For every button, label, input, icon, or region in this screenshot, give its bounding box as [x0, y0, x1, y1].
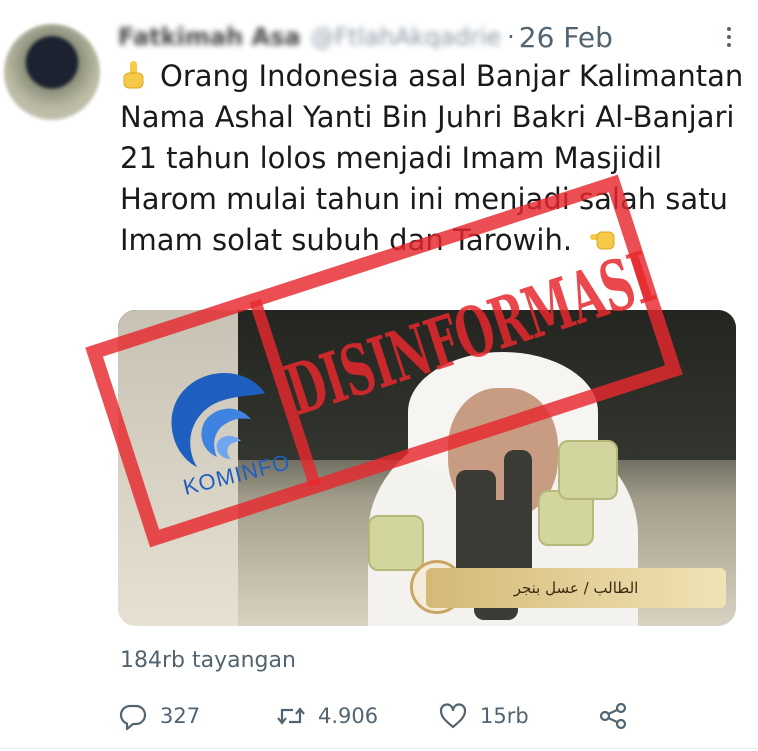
retweet-icon — [277, 707, 305, 725]
share-icon — [599, 702, 627, 730]
retweet-button[interactable]: 4.906 — [276, 696, 378, 736]
author-name[interactable]: Fatkimah Asa — [118, 23, 301, 51]
more-icon[interactable] — [714, 22, 744, 52]
divider — [0, 748, 758, 749]
microphone-head — [558, 440, 618, 500]
author-handle[interactable]: @FtlahAkqadrie — [311, 23, 502, 51]
tweet-text: Orang Indonesia asal Banjar Kalimantan N… — [120, 56, 744, 261]
microphone-head — [368, 515, 424, 571]
video-caption: الطالب / عسل بنجر — [426, 568, 726, 608]
retweet-count: 4.906 — [318, 704, 379, 728]
tweet-header: Fatkimah Asa @FtlahAkqadrie · 26 Feb — [118, 18, 744, 56]
like-button[interactable]: 15rb — [438, 696, 529, 736]
like-icon — [439, 703, 467, 729]
tweet-date[interactable]: 26 Feb — [519, 21, 613, 54]
separator: · — [507, 23, 515, 51]
avatar[interactable] — [4, 24, 100, 120]
like-count: 15rb — [480, 704, 529, 728]
action-bar: 327 4.906 15rb — [118, 696, 638, 736]
reply-icon — [119, 704, 147, 731]
point-up-emoji — [123, 61, 144, 89]
share-button[interactable] — [598, 696, 628, 736]
view-count[interactable]: 184rb tayangan — [120, 648, 296, 673]
reply-count: 327 — [160, 704, 201, 728]
reply-button[interactable]: 327 — [118, 696, 200, 736]
tweet-body: Orang Indonesia asal Banjar Kalimantan N… — [120, 59, 744, 257]
